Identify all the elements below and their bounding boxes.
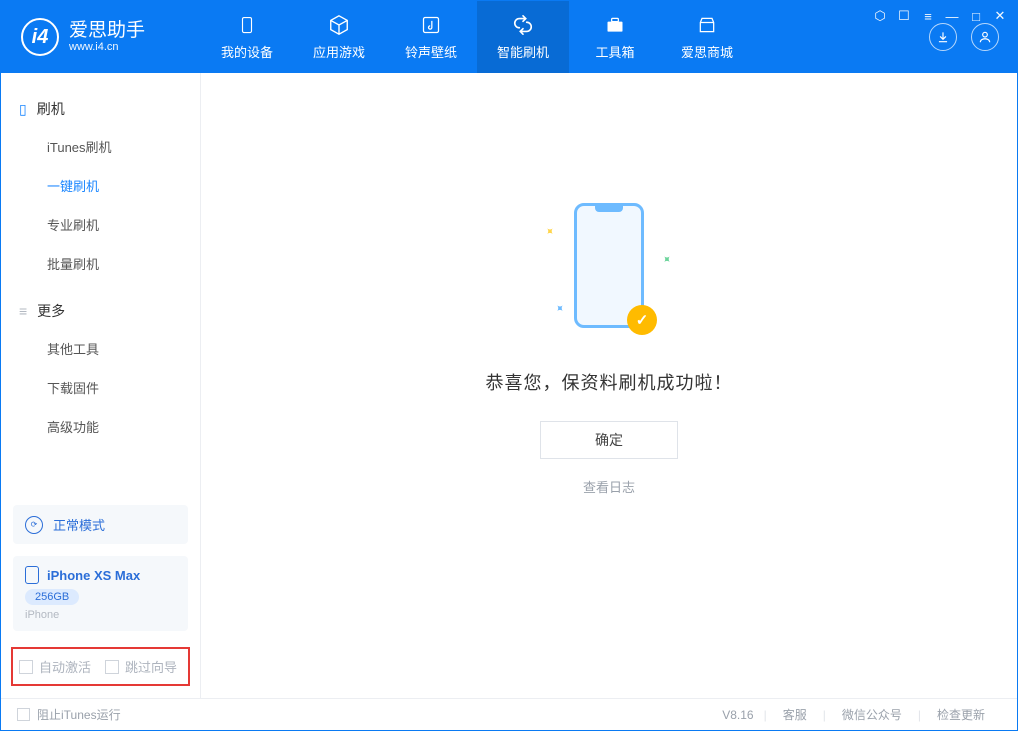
user-button[interactable] — [971, 23, 999, 51]
sparkle-icon: ✦ — [659, 252, 675, 268]
mode-icon: ⟳ — [25, 516, 43, 534]
footer-link-wechat[interactable]: 微信公众号 — [826, 706, 918, 723]
checkbox-icon — [105, 660, 119, 674]
tab-ringtones-wallpapers[interactable]: 铃声壁纸 — [385, 1, 477, 73]
logo-area[interactable]: i4 爱思助手 www.i4.cn — [1, 1, 201, 73]
close-button[interactable]: ✕ — [991, 7, 1009, 25]
checkbox-block-itunes[interactable]: 阻止iTunes运行 — [17, 706, 121, 723]
sidebar-item-itunes-flash[interactable]: iTunes刷机 — [47, 127, 182, 166]
header: i4 爱思助手 www.i4.cn 我的设备 应用游戏 铃声壁纸 智能刷机 工具… — [1, 1, 1017, 73]
device-card[interactable]: iPhone XS Max 256GB iPhone — [13, 556, 188, 631]
maximize-button[interactable]: □ — [967, 7, 985, 25]
window-controls: ⬡ ☐ ≡ ― □ ✕ — [871, 7, 1009, 25]
tab-apps-games[interactable]: 应用游戏 — [293, 1, 385, 73]
main-content: ✦ ✦ ✦ ✓ 恭喜您，保资料刷机成功啦！ 确定 查看日志 — [201, 73, 1017, 698]
tab-label: 应用游戏 — [313, 42, 365, 61]
sparkle-icon: ✦ — [542, 224, 558, 240]
check-badge-icon: ✓ — [627, 305, 657, 335]
sidebar-item-onekey-flash[interactable]: 一键刷机 — [47, 166, 182, 205]
sidebar-item-advanced[interactable]: 高级功能 — [47, 407, 182, 446]
tab-toolbox[interactable]: 工具箱 — [569, 1, 661, 73]
version-label: V8.16 — [722, 708, 763, 722]
checkbox-skip-guide[interactable]: 跳过向导 — [105, 657, 177, 676]
toolbox-icon — [604, 14, 626, 36]
refresh-icon — [512, 14, 534, 36]
device-storage-badge: 256GB — [25, 589, 79, 605]
checkbox-icon — [17, 708, 30, 721]
body: ▯ 刷机 iTunes刷机 一键刷机 专业刷机 批量刷机 ≡ 更多 其他工具 下… — [1, 73, 1017, 698]
sidebar-group-title-more[interactable]: ≡ 更多 — [19, 293, 182, 329]
download-button[interactable] — [929, 23, 957, 51]
app-subtitle: www.i4.cn — [69, 41, 145, 53]
header-tabs: 我的设备 应用游戏 铃声壁纸 智能刷机 工具箱 爱思商城 — [201, 1, 753, 73]
app-title: 爱思助手 — [69, 21, 145, 42]
sidebar-item-pro-flash[interactable]: 专业刷机 — [47, 205, 182, 244]
shirt-icon[interactable]: ⬡ — [871, 7, 889, 25]
success-message: 恭喜您，保资料刷机成功啦！ — [486, 369, 733, 395]
sidebar-item-batch-flash[interactable]: 批量刷机 — [47, 244, 182, 283]
sidebar-item-other-tools[interactable]: 其他工具 — [47, 329, 182, 368]
logo-icon: i4 — [21, 18, 59, 56]
list-icon: ≡ — [19, 303, 27, 319]
tab-label: 智能刷机 — [497, 42, 549, 61]
success-illustration: ✦ ✦ ✦ ✓ — [549, 203, 669, 343]
tab-smart-flash[interactable]: 智能刷机 — [477, 1, 569, 73]
tab-label: 工具箱 — [595, 42, 634, 61]
sidebar-group-title-flash[interactable]: ▯ 刷机 — [19, 91, 182, 127]
highlighted-options-box: 自动激活 跳过向导 — [11, 647, 190, 686]
store-icon — [696, 14, 718, 36]
footer-link-support[interactable]: 客服 — [767, 706, 823, 723]
checkbox-icon — [19, 660, 33, 674]
device-icon — [236, 14, 258, 36]
sidebar: ▯ 刷机 iTunes刷机 一键刷机 专业刷机 批量刷机 ≡ 更多 其他工具 下… — [1, 73, 201, 698]
footer-link-update[interactable]: 检查更新 — [921, 706, 1001, 723]
sidebar-group-flash: ▯ 刷机 iTunes刷机 一键刷机 专业刷机 批量刷机 — [1, 91, 200, 283]
sidebar-group-more: ≡ 更多 其他工具 下载固件 高级功能 — [1, 293, 200, 446]
minimize-button[interactable]: ― — [943, 7, 961, 25]
device-type-label: iPhone — [25, 609, 176, 621]
ok-button[interactable]: 确定 — [540, 421, 678, 459]
device-phone-icon — [25, 566, 39, 584]
feedback-icon[interactable]: ☐ — [895, 7, 913, 25]
sidebar-item-download-firmware[interactable]: 下载固件 — [47, 368, 182, 407]
sparkle-icon: ✦ — [552, 301, 568, 317]
view-log-link[interactable]: 查看日志 — [583, 477, 635, 496]
mode-label: 正常模式 — [53, 515, 105, 534]
checkbox-auto-activate[interactable]: 自动激活 — [19, 657, 91, 676]
tab-label: 爱思商城 — [681, 42, 733, 61]
phone-icon: ▯ — [19, 101, 27, 118]
tab-label: 我的设备 — [221, 42, 273, 61]
cube-icon — [328, 14, 350, 36]
tab-my-device[interactable]: 我的设备 — [201, 1, 293, 73]
tab-label: 铃声壁纸 — [405, 42, 457, 61]
menu-icon[interactable]: ≡ — [919, 7, 937, 25]
mode-card[interactable]: ⟳ 正常模式 — [13, 505, 188, 544]
device-name-label: iPhone XS Max — [47, 568, 140, 583]
footer: 阻止iTunes运行 V8.16 | 客服 | 微信公众号 | 检查更新 — [1, 698, 1017, 730]
tab-store[interactable]: 爱思商城 — [661, 1, 753, 73]
music-note-icon — [420, 14, 442, 36]
